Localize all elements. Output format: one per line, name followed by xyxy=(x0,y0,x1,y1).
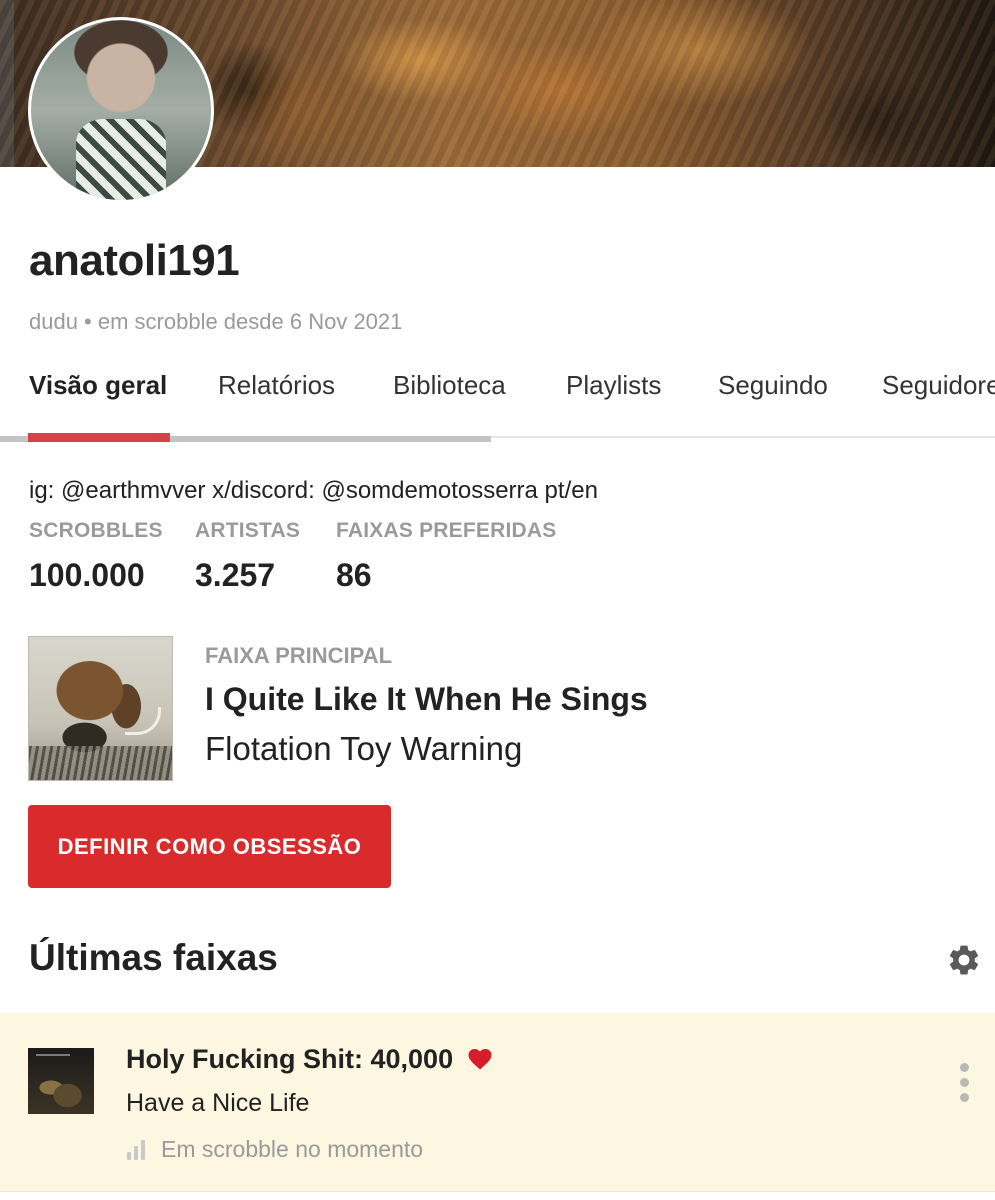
top-track-cover[interactable] xyxy=(28,636,173,781)
profile-tabs: Visão geral Relatórios Biblioteca Playli… xyxy=(0,360,995,442)
stat-faixas-preferidas-value[interactable]: 86 xyxy=(336,557,372,594)
stat-faixas-preferidas-label: FAIXAS PREFERIDAS xyxy=(336,519,557,542)
tab-seguidores[interactable]: Seguidores xyxy=(882,370,995,401)
cover-ground-shape xyxy=(29,746,172,780)
stat-scrobbles-label: SCROBBLES xyxy=(29,519,163,542)
equalizer-bars-icon xyxy=(127,1140,149,1160)
tab-seguindo[interactable]: Seguindo xyxy=(718,370,828,401)
active-tab-indicator xyxy=(28,433,170,442)
recent-tracks-title: Últimas faixas xyxy=(29,937,278,978)
list-item[interactable]: Holy Fucking Shit: 40,000 Have a Nice Li… xyxy=(0,1013,995,1191)
heart-icon[interactable] xyxy=(468,1048,492,1070)
top-track-artist[interactable]: Flotation Toy Warning xyxy=(205,730,522,768)
top-track-title[interactable]: I Quite Like It When He Sings xyxy=(205,681,648,718)
cover-mammoth-image xyxy=(43,649,147,753)
avatar[interactable] xyxy=(28,17,214,203)
recent-track-artist[interactable]: Have a Nice Life xyxy=(126,1089,309,1118)
profile-bio: ig: @earthmvver x/discord: @somdemotosse… xyxy=(29,477,598,504)
banner-edge xyxy=(0,0,14,167)
recent-track-title[interactable]: Holy Fucking Shit: 40,000 xyxy=(126,1044,453,1075)
stat-artistas-label: ARTISTAS xyxy=(195,519,301,542)
stat-artistas-value[interactable]: 3.257 xyxy=(195,557,275,594)
tab-biblioteca[interactable]: Biblioteca xyxy=(393,370,506,401)
tab-visao-geral[interactable]: Visão geral xyxy=(29,370,167,401)
kebab-menu-icon[interactable] xyxy=(955,1063,975,1103)
tab-playlists[interactable]: Playlists xyxy=(566,370,661,401)
top-track-label: FAIXA PRINCIPAL xyxy=(205,643,393,668)
recent-track-cover[interactable] xyxy=(28,1048,94,1114)
list-divider xyxy=(0,1191,995,1200)
cover-tusk-shape xyxy=(125,707,161,735)
username: anatoli191 xyxy=(29,236,240,285)
set-obsession-button[interactable]: DEFINIR COMO OBSESSÃO xyxy=(28,805,391,888)
stat-scrobbles-value[interactable]: 100.000 xyxy=(29,557,145,594)
gear-icon[interactable] xyxy=(946,942,982,978)
tab-relatorios[interactable]: Relatórios xyxy=(218,370,335,401)
profile-subline: dudu • em scrobble desde 6 Nov 2021 xyxy=(29,309,403,334)
now-playing-status: Em scrobble no momento xyxy=(161,1136,424,1162)
